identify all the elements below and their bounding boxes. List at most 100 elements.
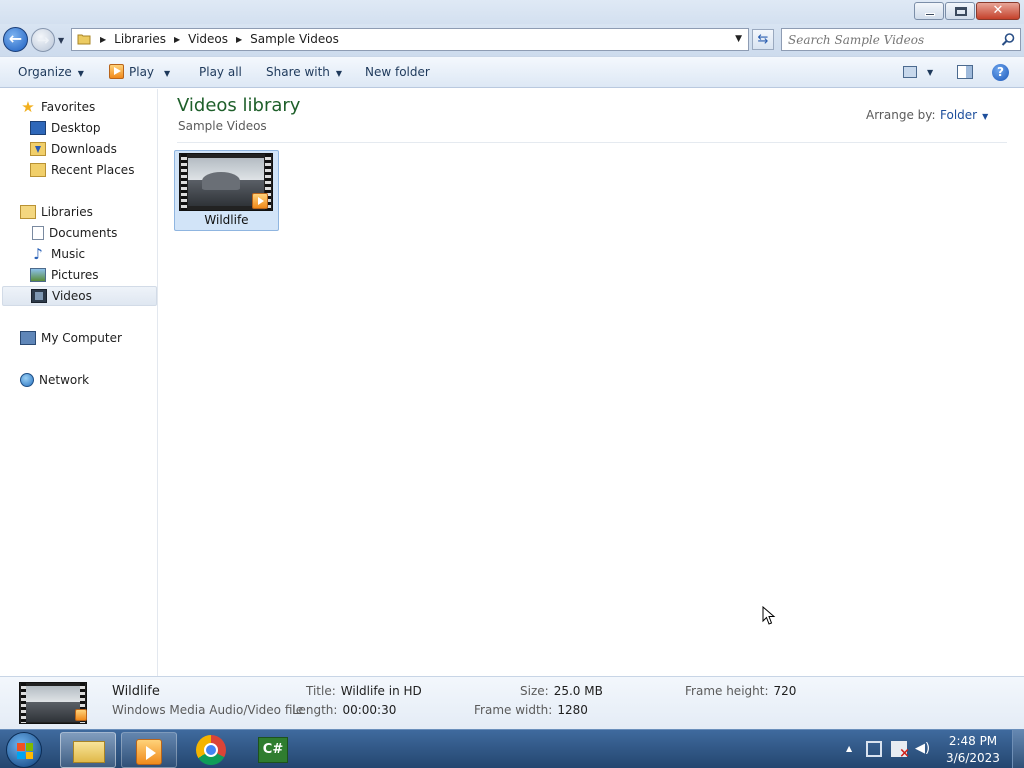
nav-item-label: Recent Places (51, 163, 135, 177)
nav-item-pictures[interactable]: Pictures (30, 265, 99, 285)
film-strip-left (181, 154, 187, 210)
help-icon[interactable]: ? (992, 64, 1009, 81)
play-all-button[interactable]: Play all (199, 57, 242, 88)
address-bar[interactable]: ▶ Libraries ▶ Videos ▶ Sample Videos ▼ (71, 28, 749, 51)
media-player-icon (136, 739, 162, 765)
details-length-value: 00:00:30 (342, 703, 397, 717)
action-center-flag-icon[interactable] (891, 741, 910, 761)
nav-item-recent-places[interactable]: Recent Places (30, 160, 134, 180)
arrange-by-value: Folder (940, 108, 978, 122)
pictures-icon (30, 268, 46, 282)
details-frame-width: Frame width: 1280 (474, 703, 588, 717)
change-view-icon[interactable] (903, 66, 917, 78)
details-title-value[interactable]: Wildlife in HD (341, 684, 422, 698)
details-length: Length: 00:00:30 (292, 703, 396, 717)
taskbar-explorer[interactable] (60, 732, 116, 768)
file-item-label: Wildlife (204, 213, 249, 227)
window-controls: ✕ (913, 2, 1020, 20)
details-frame-height-value: 720 (773, 684, 797, 698)
nav-item-music[interactable]: ♪ Music (30, 244, 85, 264)
documents-icon (32, 226, 44, 240)
back-button[interactable]: ← (3, 27, 28, 52)
file-item-wildlife[interactable]: Wildlife (174, 150, 279, 231)
thumbnail-sky (26, 686, 82, 702)
computer-icon (20, 331, 36, 345)
breadcrumb-libraries[interactable]: Libraries (114, 32, 166, 46)
new-folder-button[interactable]: New folder (365, 57, 430, 88)
nav-item-label: Videos (52, 289, 92, 303)
chevron-down-icon: ▼ (77, 69, 84, 78)
forward-button[interactable]: → (31, 28, 55, 52)
breadcrumb: ▶ Libraries ▶ Videos ▶ Sample Videos (96, 32, 339, 46)
arrange-by-dropdown[interactable]: Folder ▼ (940, 108, 988, 122)
search-icon[interactable] (1001, 32, 1016, 47)
close-button[interactable]: ✕ (976, 2, 1020, 20)
show-desktop-button[interactable] (1012, 730, 1024, 768)
show-hidden-icons-icon[interactable]: ▲ (846, 744, 852, 753)
breadcrumb-separator-icon[interactable]: ▶ (236, 35, 242, 44)
recent-pages-dropdown[interactable]: ▼ (58, 36, 64, 45)
header-divider (177, 142, 1007, 143)
nav-my-computer[interactable]: My Computer (20, 328, 122, 348)
music-note-icon: ♪ (33, 245, 43, 263)
nav-item-label: My Computer (41, 331, 122, 345)
nav-favorites[interactable]: ★ Favorites (20, 97, 95, 117)
arrow-right-icon: → (36, 31, 50, 49)
address-row: ← → ▼ ▶ Libraries ▶ Videos ▶ Sample Vide… (0, 24, 1024, 56)
window-title-bar[interactable]: ✕ (0, 0, 1024, 24)
minimize-button[interactable] (914, 2, 944, 20)
address-dropdown-icon[interactable]: ▼ (735, 34, 742, 44)
start-button[interactable] (6, 732, 42, 768)
breadcrumb-sample-videos[interactable]: Sample Videos (250, 32, 339, 46)
network-status-icon[interactable] (866, 741, 882, 757)
restore-icon (955, 7, 967, 16)
search-input[interactable] (788, 31, 993, 48)
details-frame-width-value: 1280 (557, 703, 588, 717)
clock-date[interactable]: 3/6/2023 (940, 751, 1006, 765)
taskbar: C# ▲ ◀) 2:48 PM 3/6/2023 (0, 729, 1024, 768)
nav-libraries-label: Libraries (41, 205, 93, 219)
breadcrumb-videos[interactable]: Videos (188, 32, 228, 46)
organize-button[interactable]: Organize ▼ (18, 57, 84, 88)
page-title: Videos library (177, 95, 301, 116)
nav-item-downloads[interactable]: Downloads (30, 139, 117, 159)
clock-time[interactable]: 2:48 PM (940, 734, 1006, 748)
taskbar-chrome[interactable] (184, 732, 240, 768)
taskbar-media-player[interactable] (121, 732, 177, 768)
play-button[interactable]: Play ▼ (109, 57, 170, 88)
nav-item-desktop[interactable]: Desktop (30, 118, 101, 138)
nav-libraries[interactable]: Libraries (20, 202, 93, 222)
videos-icon (31, 289, 47, 303)
view-options-dropdown[interactable]: ▼ (927, 57, 933, 88)
media-player-badge-icon (252, 193, 268, 209)
nav-network[interactable]: Network (20, 370, 89, 390)
nav-item-label: Desktop (51, 121, 101, 135)
refresh-button[interactable]: ⇆ (752, 29, 774, 50)
breadcrumb-separator-icon[interactable]: ▶ (174, 35, 180, 44)
downloads-icon (30, 142, 46, 156)
arrow-left-icon: ← (8, 29, 23, 48)
details-file-name: Wildlife (112, 684, 160, 699)
details-title-label: Title: (306, 684, 336, 698)
nav-item-label: Pictures (51, 268, 99, 282)
search-box[interactable] (781, 28, 1021, 51)
chevron-down-icon: ▼ (335, 69, 343, 78)
details-size-label: Size: (520, 684, 549, 698)
media-player-badge-icon (75, 709, 87, 721)
taskbar-csharp-ide[interactable]: C# (246, 732, 302, 768)
nav-item-documents[interactable]: Documents (30, 223, 117, 243)
breadcrumb-separator-icon[interactable]: ▶ (100, 35, 106, 44)
thumbnail-rock (26, 702, 82, 722)
share-with-button[interactable]: Share with ▼ (266, 57, 342, 88)
nav-item-videos[interactable]: Videos (2, 286, 157, 306)
star-icon: ★ (21, 98, 35, 116)
nav-item-label: Documents (49, 226, 118, 240)
play-label: Play (129, 65, 155, 79)
file-list-pane[interactable]: Videos library Sample Videos Arrange by:… (159, 89, 1024, 676)
library-subtitle: Sample Videos (178, 119, 267, 133)
arrange-by-label: Arrange by: (866, 108, 936, 122)
volume-icon[interactable]: ◀) (915, 741, 931, 757)
restore-button[interactable] (945, 2, 975, 20)
preview-pane-icon[interactable] (957, 65, 973, 79)
details-frame-width-label: Frame width: (474, 703, 553, 717)
